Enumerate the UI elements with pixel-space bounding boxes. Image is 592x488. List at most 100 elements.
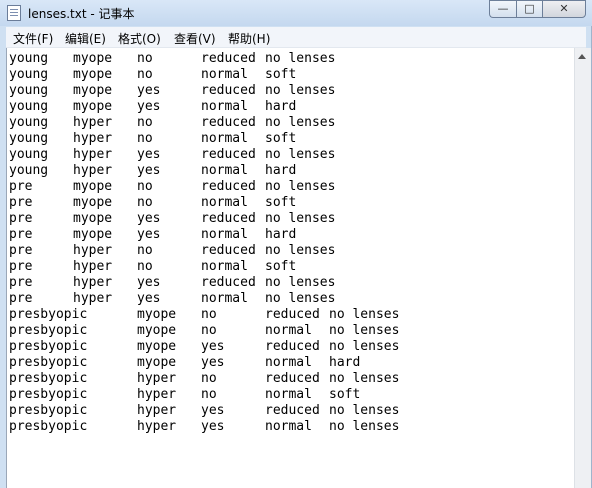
field-astigmatic: yes: [137, 291, 161, 306]
field-tear-rate: normal: [201, 227, 248, 242]
field-prescription: hyper: [73, 115, 113, 130]
title-bar[interactable]: lenses.txt - 记事本 — □ ✕: [0, 0, 592, 26]
field-age: young: [9, 67, 49, 82]
field-tear-rate: reduced: [201, 211, 256, 226]
field-lenses: soft: [265, 259, 297, 274]
field-tear-rate: normal: [201, 163, 248, 178]
field-astigmatic: no: [137, 131, 153, 146]
field-astigmatic: yes: [137, 147, 161, 162]
field-astigmatic: no: [137, 51, 153, 66]
field-age: young: [9, 147, 49, 162]
field-age: pre: [9, 227, 33, 242]
field-lenses: no lenses: [265, 83, 336, 98]
field-tear-rate: reduced: [201, 275, 256, 290]
field-age: pre: [9, 259, 33, 274]
field-age: young: [9, 163, 49, 178]
field-age: presbyopic: [9, 403, 88, 418]
field-prescription: hyper: [73, 163, 113, 178]
field-tear-rate: normal: [265, 323, 312, 338]
field-astigmatic: no: [137, 259, 153, 274]
field-age: pre: [9, 195, 33, 210]
field-astigmatic: yes: [137, 211, 161, 226]
field-tear-rate: normal: [201, 291, 248, 306]
menu-view[interactable]: 查看(V): [174, 30, 216, 47]
field-astigmatic: yes: [201, 419, 225, 434]
field-lenses: hard: [329, 355, 361, 370]
field-astigmatic: no: [201, 323, 217, 338]
field-lenses: no lenses: [265, 179, 336, 194]
field-prescription: hyper: [137, 403, 177, 418]
field-prescription: myope: [73, 67, 113, 82]
menu-edit[interactable]: 编辑(E): [65, 30, 106, 47]
field-prescription: hyper: [73, 275, 113, 290]
field-lenses: no lenses: [265, 147, 336, 162]
field-astigmatic: no: [137, 67, 153, 82]
field-tear-rate: reduced: [265, 403, 320, 418]
field-lenses: no lenses: [265, 115, 336, 130]
menu-help[interactable]: 帮助(H): [228, 30, 270, 47]
field-prescription: myope: [73, 211, 113, 226]
field-astigmatic: yes: [137, 163, 161, 178]
field-tear-rate: reduced: [201, 83, 256, 98]
field-lenses: no lenses: [265, 275, 336, 290]
field-age: young: [9, 83, 49, 98]
field-prescription: hyper: [73, 291, 113, 306]
field-tear-rate: normal: [201, 259, 248, 274]
field-age: pre: [9, 275, 33, 290]
field-astigmatic: yes: [201, 403, 225, 418]
field-age: young: [9, 131, 49, 146]
field-lenses: no lenses: [329, 339, 400, 354]
field-astigmatic: no: [137, 243, 153, 258]
field-lenses: no lenses: [329, 419, 400, 434]
maximize-button[interactable]: □: [516, 0, 542, 18]
field-astigmatic: no: [201, 387, 217, 402]
field-lenses: soft: [265, 131, 297, 146]
vertical-scrollbar[interactable]: [574, 48, 591, 488]
field-prescription: myope: [73, 195, 113, 210]
field-lenses: no lenses: [265, 211, 336, 226]
field-age: presbyopic: [9, 387, 88, 402]
field-lenses: soft: [265, 195, 297, 210]
menu-bar: 文件(F) 编辑(E) 格式(O) 查看(V) 帮助(H): [6, 27, 586, 48]
field-lenses: no lenses: [329, 371, 400, 386]
field-age: pre: [9, 291, 33, 306]
field-prescription: hyper: [73, 131, 113, 146]
field-tear-rate: normal: [201, 195, 248, 210]
field-tear-rate: normal: [201, 99, 248, 114]
scroll-up-arrow-icon[interactable]: [578, 54, 586, 59]
field-tear-rate: reduced: [201, 179, 256, 194]
field-prescription: myope: [137, 339, 177, 354]
field-tear-rate: normal: [265, 355, 312, 370]
field-lenses: no lenses: [265, 243, 336, 258]
text-editor[interactable]: young myope no reduced no lenses young myope no…: [6, 48, 574, 488]
field-lenses: no lenses: [329, 403, 400, 418]
field-astigmatic: yes: [137, 227, 161, 242]
field-astigmatic: no: [137, 115, 153, 130]
field-prescription: hyper: [73, 259, 113, 274]
field-lenses: soft: [265, 67, 297, 82]
field-prescription: myope: [137, 307, 177, 322]
field-age: presbyopic: [9, 355, 88, 370]
field-prescription: hyper: [73, 147, 113, 162]
field-age: young: [9, 51, 49, 66]
menu-format[interactable]: 格式(O): [118, 30, 161, 47]
field-age: presbyopic: [9, 323, 88, 338]
field-age: pre: [9, 243, 33, 258]
menu-file[interactable]: 文件(F): [13, 30, 53, 47]
field-age: young: [9, 99, 49, 114]
field-lenses: no lenses: [329, 307, 400, 322]
field-prescription: hyper: [137, 387, 177, 402]
field-prescription: myope: [73, 227, 113, 242]
field-lenses: no lenses: [265, 51, 336, 66]
field-tear-rate: reduced: [201, 51, 256, 66]
close-button[interactable]: ✕: [542, 0, 586, 18]
minimize-button[interactable]: —: [489, 0, 516, 18]
field-age: presbyopic: [9, 371, 88, 386]
field-age: pre: [9, 179, 33, 194]
field-tear-rate: normal: [201, 67, 248, 82]
notepad-icon: [7, 5, 21, 21]
field-prescription: myope: [73, 83, 113, 98]
field-tear-rate: reduced: [265, 339, 320, 354]
field-astigmatic: no: [201, 307, 217, 322]
field-age: pre: [9, 211, 33, 226]
